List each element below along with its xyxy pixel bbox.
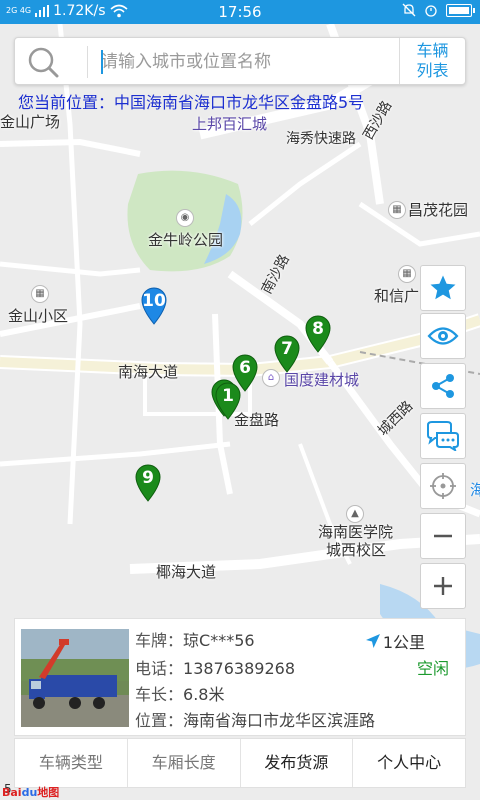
length-value: 6.8米: [183, 685, 225, 704]
locate-button[interactable]: [420, 463, 466, 509]
vehicle-list-button[interactable]: 车辆列表: [399, 38, 465, 84]
tab-personal-center[interactable]: 个人中心: [353, 739, 465, 787]
current-location: 您当前位置：中国海南省海口市龙华区金盘路5号: [18, 93, 365, 112]
share-icon: [432, 374, 454, 398]
plate-value: 琼C***56: [183, 631, 255, 650]
search-icon[interactable]: [27, 46, 61, 78]
vehicle-info-card[interactable]: 车牌：琼C***56 1公里 空闲 电话：13876389268 车长：6.8米…: [14, 618, 466, 736]
search-divider: [87, 46, 88, 78]
poi-icon: ◉: [176, 209, 194, 227]
bottom-tab-bar: 车辆类型 车厢长度 发布货源 个人中心: [14, 738, 466, 788]
vehicle-marker[interactable]: 9: [134, 464, 162, 502]
zoom-out-icon: [434, 534, 452, 538]
search-bar: 车辆列表: [14, 37, 466, 85]
map-label-med-school-campus: 城西校区: [326, 541, 387, 559]
text-cursor: [101, 50, 103, 74]
baidu-map-logo: Baidu地图: [2, 786, 60, 799]
chat-icon: [427, 421, 459, 451]
map-label-jinniuling: 金牛岭公园: [148, 231, 224, 249]
mute-bell-icon: [402, 3, 416, 17]
poi-icon: ▦: [398, 265, 416, 283]
distance-value: 1公里: [382, 633, 425, 652]
marker-number: 6: [239, 358, 251, 378]
poi-icon: ▦: [31, 285, 49, 303]
phone-value[interactable]: 13876389268: [183, 659, 295, 678]
zoom-out-button[interactable]: [420, 513, 466, 559]
phone-label: 电话：: [135, 659, 184, 678]
favorite-button[interactable]: [420, 265, 466, 311]
status-badge: 空闲: [416, 659, 449, 678]
map-label-liuhai-avenue: 椰海大道: [156, 563, 217, 581]
battery-icon: [446, 3, 475, 17]
location-label: 位置：: [135, 711, 184, 730]
plate-label: 车牌：: [135, 631, 184, 650]
tab-vehicle-type[interactable]: 车辆类型: [15, 739, 128, 787]
map-label-haixiu-road: 海秀快速路: [286, 131, 356, 147]
zoom-in-icon: [434, 577, 452, 595]
search-input[interactable]: [101, 46, 401, 78]
poi-icon: ▦: [388, 201, 406, 219]
map-label-jinshan-square: 金山广场: [0, 113, 61, 131]
eye-icon: [427, 327, 459, 345]
alarm-icon: [425, 5, 437, 17]
marker-number: 7: [281, 339, 293, 359]
marker-number: 1: [222, 386, 234, 406]
map-label-jinshan-district: 金山小区: [8, 307, 69, 325]
zoom-in-button[interactable]: [420, 563, 466, 609]
navigation-arrow-icon: [365, 634, 380, 648]
length-label: 车长：: [135, 685, 184, 704]
location-value: 海南省海口市龙华区滨涯路: [183, 711, 376, 730]
tab-publish-cargo[interactable]: 发布货源: [241, 739, 354, 787]
vehicle-marker[interactable]: 7: [273, 335, 301, 373]
location-row: 位置：海南省海口市龙华区滨涯路: [135, 707, 375, 731]
plate-row: 车牌：琼C***56: [135, 627, 255, 651]
vehicle-marker[interactable]: 10: [140, 287, 168, 325]
vehicle-marker[interactable]: 8: [304, 315, 332, 353]
status-bar: 2G 4G 1.72K/s 17:56: [0, 0, 480, 24]
distance: 1公里: [365, 629, 425, 653]
map-label-changmao: 昌茂花园: [408, 201, 469, 219]
phone-row[interactable]: 电话：13876389268: [135, 655, 295, 679]
length-row: 车长：6.8米: [135, 681, 224, 705]
map-label-nanhai-avenue: 南海大道: [118, 363, 179, 381]
chat-button[interactable]: [420, 413, 466, 459]
marker-number: 10: [142, 291, 166, 311]
map-label-hai-edge: 海: [470, 481, 480, 499]
share-button[interactable]: [420, 363, 466, 409]
star-icon: [430, 275, 456, 300]
truck-photo: [21, 629, 129, 727]
map-label-hexin: 和信广: [374, 287, 420, 305]
locate-icon: [430, 473, 456, 499]
status-right: [402, 3, 475, 17]
marker-number: 9: [142, 468, 154, 488]
view-toggle-button[interactable]: [420, 313, 466, 359]
map-label-shangbang: 上邦百汇城: [192, 115, 268, 133]
marker-number: 8: [312, 319, 324, 339]
tab-compartment-length[interactable]: 车厢长度: [128, 739, 241, 787]
vehicle-marker[interactable]: 1: [214, 382, 242, 420]
